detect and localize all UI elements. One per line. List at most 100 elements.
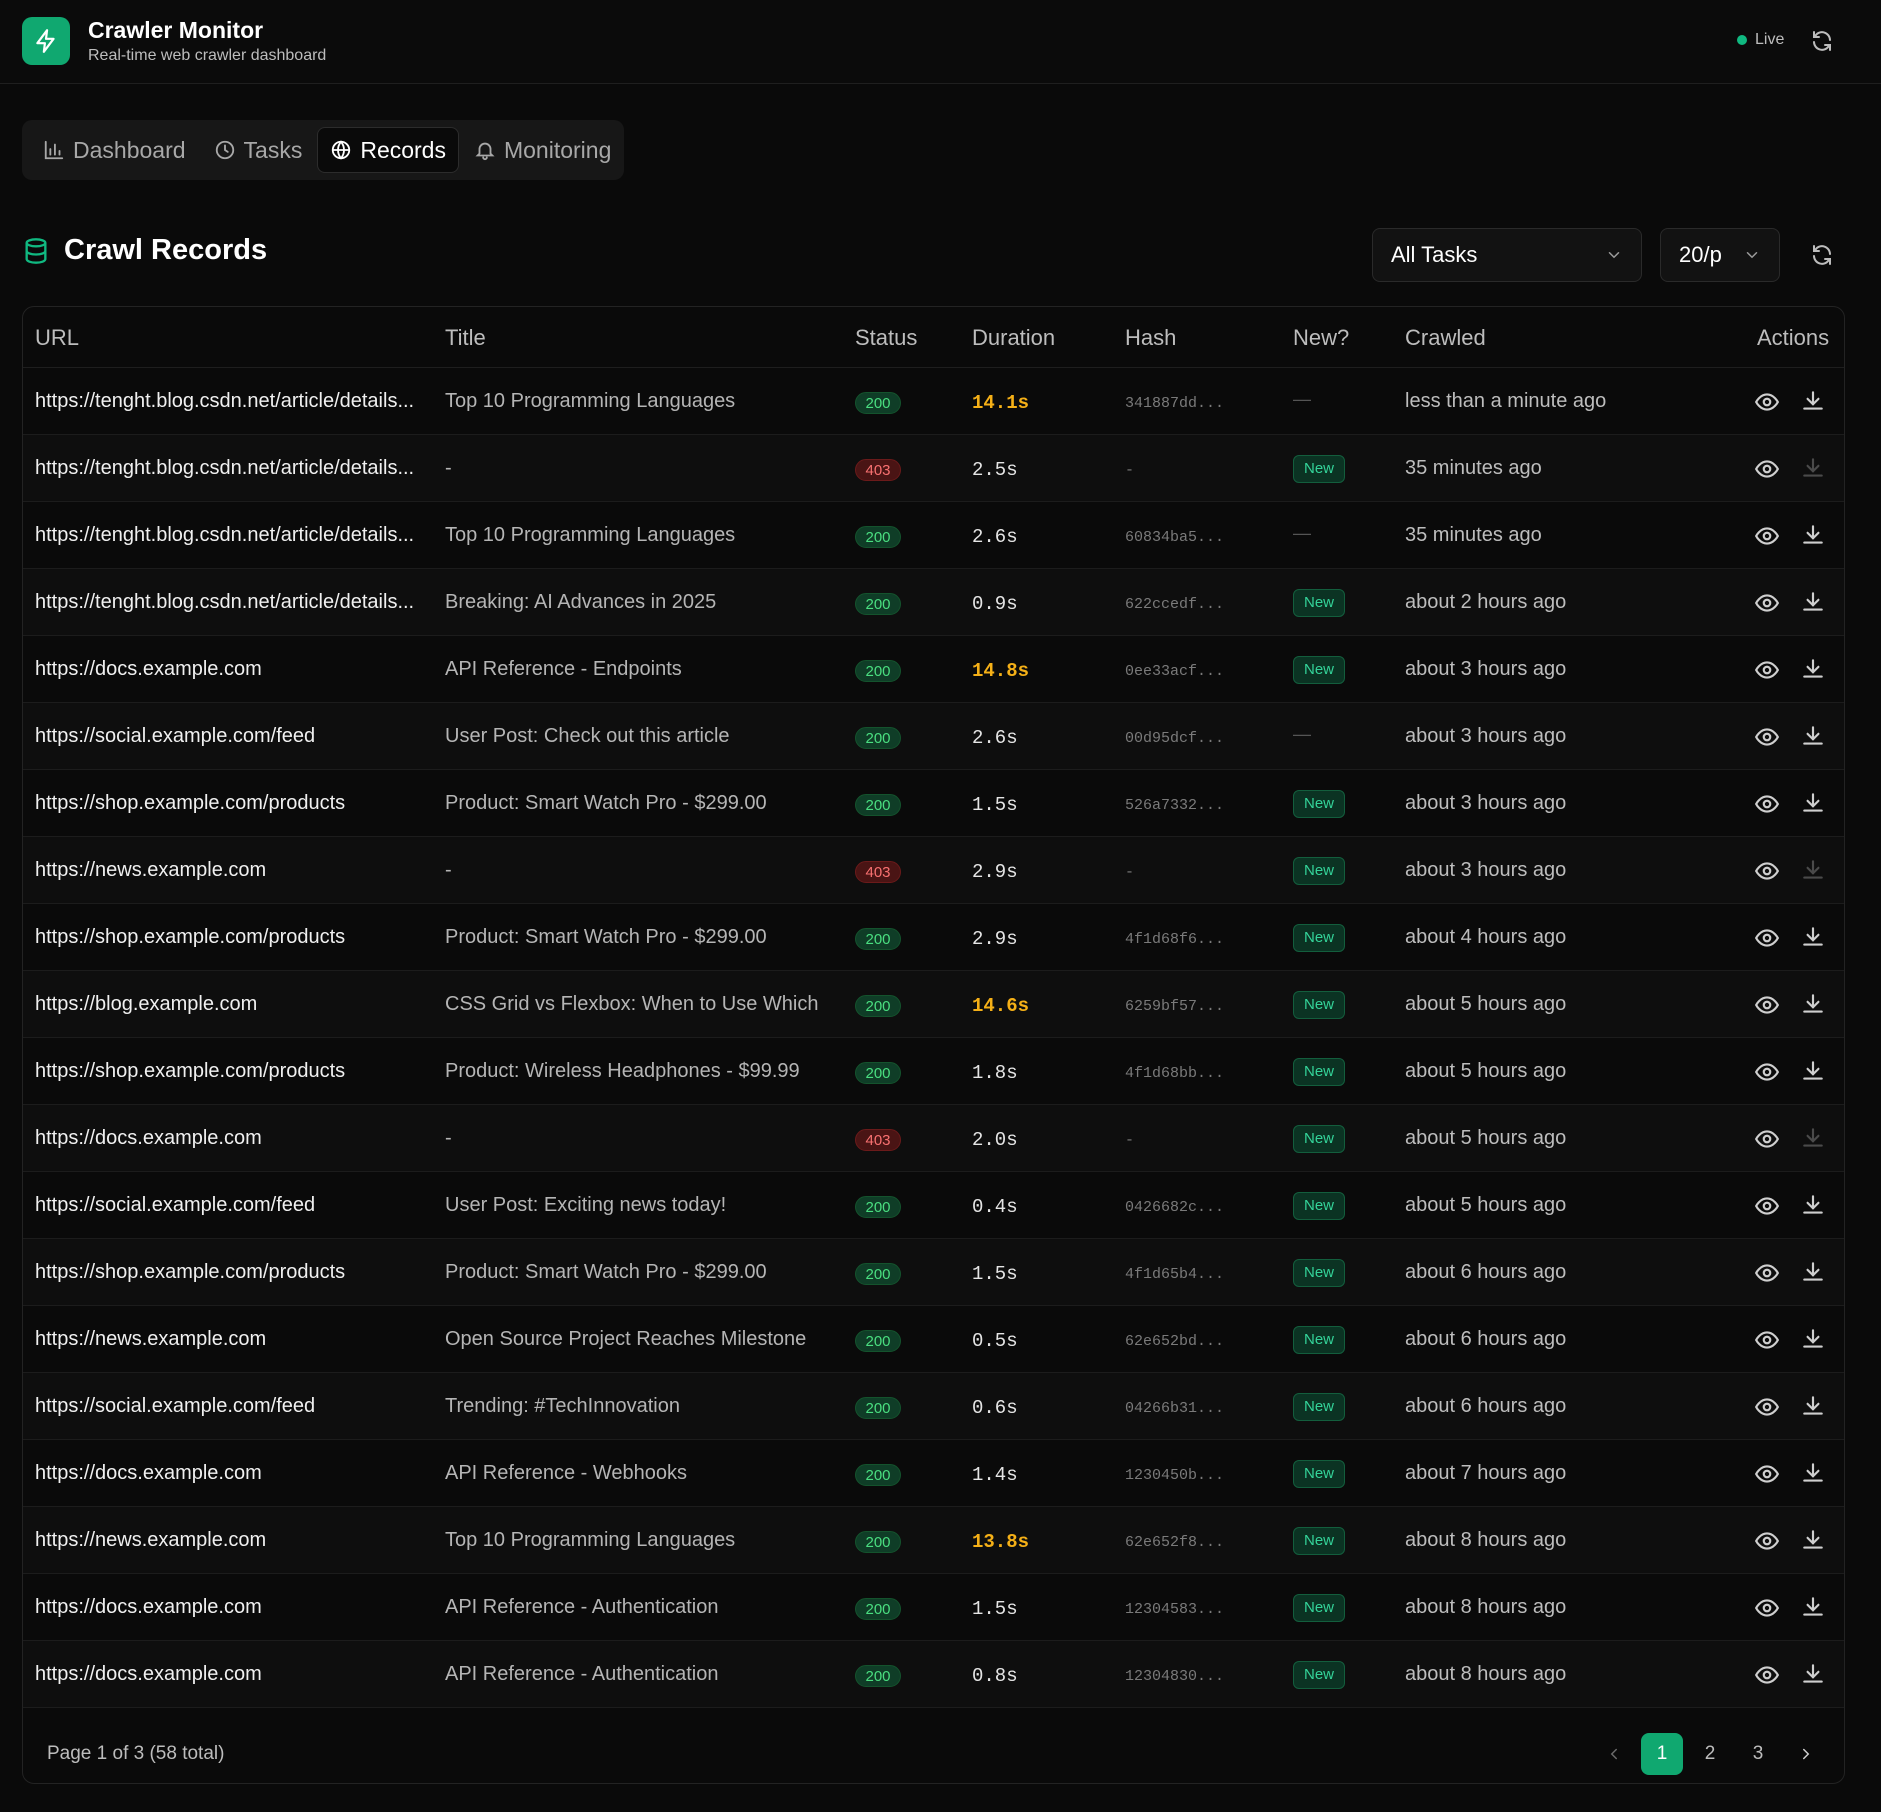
column-header-title[interactable]: Title [445, 325, 486, 351]
page-button-3[interactable]: 3 [1737, 1733, 1779, 1775]
next-page-button[interactable] [1785, 1733, 1827, 1775]
records-refresh-button[interactable] [1808, 241, 1836, 269]
column-header-new[interactable]: New? [1293, 325, 1349, 351]
cell-url[interactable]: https://docs.example.com [35, 658, 425, 681]
table-row[interactable]: https://social.example.com/feed User Post… [23, 1172, 1844, 1239]
cell-url[interactable]: https://social.example.com/feed [35, 1395, 425, 1418]
cell-url[interactable]: https://tenght.blog.csdn.net/article/det… [35, 457, 425, 480]
view-eye-icon[interactable] [1754, 791, 1780, 817]
table-row[interactable]: https://docs.example.com API Reference - … [23, 636, 1844, 703]
table-row[interactable]: https://tenght.blog.csdn.net/article/det… [23, 435, 1844, 502]
view-eye-icon[interactable] [1754, 1059, 1780, 1085]
view-eye-icon[interactable] [1754, 1394, 1780, 1420]
view-eye-icon[interactable] [1754, 1528, 1780, 1554]
download-icon[interactable] [1800, 589, 1826, 615]
column-header-url[interactable]: URL [35, 325, 79, 351]
view-eye-icon[interactable] [1754, 925, 1780, 951]
view-eye-icon[interactable] [1754, 858, 1780, 884]
download-icon[interactable] [1800, 1594, 1826, 1620]
cell-url[interactable]: https://docs.example.com [35, 1127, 425, 1150]
download-icon[interactable] [1800, 1527, 1826, 1553]
column-header-hash[interactable]: Hash [1125, 325, 1176, 351]
prev-page-button[interactable] [1593, 1733, 1635, 1775]
view-eye-icon[interactable] [1754, 657, 1780, 683]
cell-url[interactable]: https://social.example.com/feed [35, 725, 425, 748]
table-row[interactable]: https://news.example.com Open Source Proj… [23, 1306, 1844, 1373]
table-row[interactable]: https://tenght.blog.csdn.net/article/det… [23, 569, 1844, 636]
view-eye-icon[interactable] [1754, 992, 1780, 1018]
view-eye-icon[interactable] [1754, 1327, 1780, 1353]
download-icon[interactable] [1800, 1058, 1826, 1084]
table-row[interactable]: https://docs.example.com API Reference - … [23, 1641, 1844, 1708]
table-row[interactable]: https://social.example.com/feed User Post… [23, 703, 1844, 770]
status-badge: 200 [855, 1464, 901, 1486]
cell-url[interactable]: https://docs.example.com [35, 1596, 425, 1619]
download-icon[interactable] [1800, 723, 1826, 749]
download-icon[interactable] [1800, 1393, 1826, 1419]
column-header-status[interactable]: Status [855, 325, 917, 351]
cell-url[interactable]: https://tenght.blog.csdn.net/article/det… [35, 591, 425, 614]
download-icon[interactable] [1800, 991, 1826, 1017]
table-row[interactable]: https://tenght.blog.csdn.net/article/det… [23, 368, 1844, 435]
view-eye-icon[interactable] [1754, 724, 1780, 750]
view-eye-icon[interactable] [1754, 1126, 1780, 1152]
table-row[interactable]: https://docs.example.com API Reference - … [23, 1574, 1844, 1641]
view-eye-icon[interactable] [1754, 1260, 1780, 1286]
cell-url[interactable]: https://blog.example.com [35, 993, 425, 1016]
download-icon[interactable] [1800, 522, 1826, 548]
view-eye-icon[interactable] [1754, 456, 1780, 482]
table-row[interactable]: https://docs.example.com API Reference - … [23, 1440, 1844, 1507]
column-header-duration[interactable]: Duration [972, 325, 1055, 351]
download-icon[interactable] [1800, 388, 1826, 414]
page-button-1[interactable]: 1 [1641, 1733, 1683, 1775]
table-row[interactable]: https://shop.example.com/products Product… [23, 1239, 1844, 1306]
download-icon[interactable] [1800, 1326, 1826, 1352]
cell-url[interactable]: https://shop.example.com/products [35, 792, 425, 815]
tab-dashboard[interactable]: Dashboard [30, 127, 199, 173]
cell-url[interactable]: https://shop.example.com/products [35, 1060, 425, 1083]
cell-title: - [445, 859, 452, 881]
cell-url[interactable]: https://news.example.com [35, 859, 425, 882]
cell-url[interactable]: https://docs.example.com [35, 1663, 425, 1686]
page-size-select[interactable]: 20/p [1660, 228, 1780, 282]
table-row[interactable]: https://blog.example.com CSS Grid vs Flex… [23, 971, 1844, 1038]
table-row[interactable]: https://news.example.com Top 10 Programmi… [23, 1507, 1844, 1574]
task-filter-select[interactable]: All Tasks [1372, 228, 1642, 282]
cell-url[interactable]: https://docs.example.com [35, 1462, 425, 1485]
cell-url[interactable]: https://shop.example.com/products [35, 926, 425, 949]
cell-url[interactable]: https://shop.example.com/products [35, 1261, 425, 1284]
column-header-crawled[interactable]: Crawled [1405, 325, 1486, 351]
download-icon[interactable] [1800, 1661, 1826, 1687]
download-icon[interactable] [1800, 1259, 1826, 1285]
table-row[interactable]: https://shop.example.com/products Product… [23, 770, 1844, 837]
download-icon[interactable] [1800, 790, 1826, 816]
table-row[interactable]: https://news.example.com -403 2.9s - New abou… [23, 837, 1844, 904]
download-icon[interactable] [1800, 924, 1826, 950]
tab-records[interactable]: Records [317, 127, 459, 173]
download-icon[interactable] [1800, 656, 1826, 682]
header-refresh-button[interactable] [1808, 27, 1836, 55]
view-eye-icon[interactable] [1754, 1193, 1780, 1219]
download-icon[interactable] [1800, 1192, 1826, 1218]
table-row[interactable]: https://tenght.blog.csdn.net/article/det… [23, 502, 1844, 569]
table-row[interactable]: https://shop.example.com/products Product… [23, 904, 1844, 971]
view-eye-icon[interactable] [1754, 523, 1780, 549]
view-eye-icon[interactable] [1754, 590, 1780, 616]
view-eye-icon[interactable] [1754, 1662, 1780, 1688]
cell-url[interactable]: https://social.example.com/feed [35, 1194, 425, 1217]
table-row[interactable]: https://social.example.com/feed Trending:… [23, 1373, 1844, 1440]
view-eye-icon[interactable] [1754, 389, 1780, 415]
page-button-2[interactable]: 2 [1689, 1733, 1731, 1775]
table-row[interactable]: https://shop.example.com/products Product… [23, 1038, 1844, 1105]
view-eye-icon[interactable] [1754, 1595, 1780, 1621]
tab-tasks[interactable]: Tasks [201, 127, 316, 173]
cell-url[interactable]: https://news.example.com [35, 1529, 425, 1552]
download-icon[interactable] [1800, 1460, 1826, 1486]
tab-monitoring[interactable]: Monitoring [461, 127, 624, 173]
table-row[interactable]: https://docs.example.com -403 2.0s - New abou… [23, 1105, 1844, 1172]
cell-url[interactable]: https://tenght.blog.csdn.net/article/det… [35, 390, 425, 413]
view-eye-icon[interactable] [1754, 1461, 1780, 1487]
cell-url[interactable]: https://tenght.blog.csdn.net/article/det… [35, 524, 425, 547]
download-icon [1800, 857, 1826, 883]
cell-url[interactable]: https://news.example.com [35, 1328, 425, 1351]
